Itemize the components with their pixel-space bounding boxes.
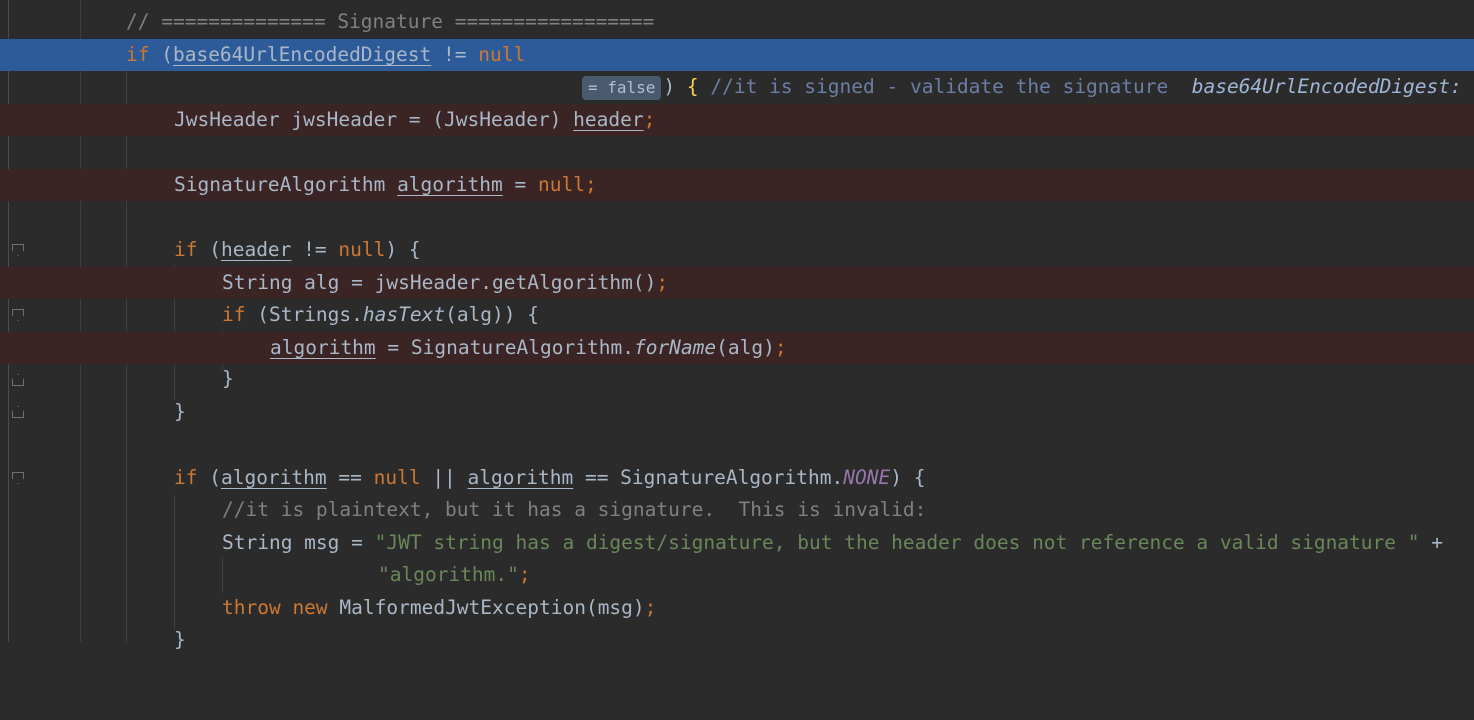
code-token: ; xyxy=(656,271,669,294)
code-line-error[interactable]: algorithm = SignatureAlgorithm.forName(a… xyxy=(0,332,1474,364)
code-text: // ============== Signature ============… xyxy=(126,6,654,38)
code-line-error[interactable]: SignatureAlgorithm algorithm = null; xyxy=(0,169,1474,201)
code-text: } xyxy=(174,396,186,428)
code-token: ( xyxy=(149,43,173,66)
code-text: SignatureAlgorithm algorithm = null; xyxy=(174,169,597,201)
code-token: ) { xyxy=(385,238,421,261)
code-token: SignatureAlgorithm xyxy=(174,173,398,196)
code-text: if (algorithm == null || algorithm == Si… xyxy=(174,462,925,494)
code-token: null xyxy=(338,238,386,261)
brace-highlight: { xyxy=(686,75,699,98)
code-token: String msg = xyxy=(222,531,375,554)
code-line-error[interactable]: String alg = jwsHeader.getAlgorithm(); xyxy=(0,267,1474,299)
code-token: != xyxy=(431,43,479,66)
code-token: (alg)) { xyxy=(445,303,539,326)
code-text: } xyxy=(222,363,234,395)
code-text: if (header != null) { xyxy=(174,234,421,266)
code-line[interactable]: } xyxy=(0,363,1474,395)
code-text: //it is plaintext, but it has a signatur… xyxy=(222,494,926,526)
code-token: } xyxy=(174,400,186,423)
current-line-extras: = false) { //it is signed - validate the… xyxy=(533,39,1474,135)
code-token: + xyxy=(1419,531,1443,554)
code-line[interactable]: if (header != null) { xyxy=(0,234,1474,266)
code-text: "algorithm."; xyxy=(378,559,531,591)
code-token: ; xyxy=(644,596,657,619)
code-token: null xyxy=(537,173,585,196)
code-line[interactable]: } xyxy=(0,396,1474,428)
code-token: ; xyxy=(584,173,597,196)
code-token: null xyxy=(373,466,421,489)
debug-inline-value: base64UrlEncodedDigest: nul xyxy=(1191,75,1474,98)
code-text: if (Strings.hasText(alg)) { xyxy=(222,299,539,331)
code-line[interactable]: // ============== Signature ============… xyxy=(0,6,1474,38)
code-token: ; xyxy=(518,563,531,586)
code-token: ) { xyxy=(890,466,926,489)
code-token: == SignatureAlgorithm. xyxy=(573,466,844,489)
inline-value-hint: = false xyxy=(581,75,662,100)
code-token: = xyxy=(502,173,538,196)
code-token: (alg) xyxy=(716,336,775,359)
code-token: if xyxy=(174,466,198,489)
code-token: ; xyxy=(774,336,787,359)
code-line[interactable]: if (Strings.hasText(alg)) { xyxy=(0,299,1474,331)
code-token: algorithm xyxy=(270,336,376,359)
code-line[interactable]: if (algorithm == null || algorithm == Si… xyxy=(0,462,1474,494)
code-line[interactable]: } xyxy=(0,624,1474,656)
code-token: != xyxy=(291,238,339,261)
code-token: "algorithm." xyxy=(378,563,519,586)
code-token: if xyxy=(222,303,246,326)
code-token: forName xyxy=(633,336,717,359)
code-token: algorithm xyxy=(397,173,503,196)
code-token: MalformedJwtException(msg) xyxy=(327,596,645,619)
code-token: base64UrlEncodedDigest xyxy=(172,43,432,66)
code-token: ( xyxy=(197,238,221,261)
code-token: || xyxy=(420,466,468,489)
code-token: if xyxy=(126,43,150,66)
code-token: == xyxy=(326,466,374,489)
code-token: = SignatureAlgorithm. xyxy=(375,336,634,359)
code-token: throw new xyxy=(222,596,328,619)
code-line[interactable]: String msg = "JWT string has a digest/si… xyxy=(0,527,1474,559)
code-token: if xyxy=(174,238,198,261)
code-text: if (base64UrlEncodedDigest != null xyxy=(126,39,525,71)
paren-close: ) xyxy=(663,75,687,98)
inline-comment: //it is signed - validate the signature xyxy=(698,75,1169,98)
code-text: } xyxy=(174,624,186,656)
code-text: algorithm = SignatureAlgorithm.forName(a… xyxy=(270,332,787,364)
code-token: } xyxy=(174,628,186,651)
code-token: ( xyxy=(197,466,221,489)
code-editor[interactable]: // ============== Signature ============… xyxy=(0,0,1474,651)
code-line[interactable]: //it is plaintext, but it has a signatur… xyxy=(0,494,1474,526)
code-token: algorithm xyxy=(220,466,327,489)
code-token: algorithm xyxy=(467,466,574,489)
code-token: } xyxy=(222,367,234,390)
code-line[interactable]: throw new MalformedJwtException(msg); xyxy=(0,592,1474,624)
code-token: //it is plaintext, but it has a signatur… xyxy=(222,498,927,521)
code-text: String msg = "JWT string has a digest/si… xyxy=(222,527,1443,559)
code-text: String alg = jwsHeader.getAlgorithm(); xyxy=(222,267,668,299)
code-token: header xyxy=(220,238,292,261)
code-token: (Strings. xyxy=(245,303,363,326)
code-token: JwsHeader jwsHeader = (JwsHeader) xyxy=(174,108,574,131)
code-token: hasText xyxy=(362,303,446,326)
code-token: "JWT string has a digest/signature, but … xyxy=(374,531,1420,554)
code-token: // ============== Signature ============… xyxy=(126,10,655,33)
code-token: NONE xyxy=(843,466,891,489)
code-text: throw new MalformedJwtException(msg); xyxy=(222,592,656,624)
code-token: String alg = jwsHeader.getAlgorithm() xyxy=(222,271,657,294)
code-line[interactable]: "algorithm."; xyxy=(0,559,1474,591)
code-token: null xyxy=(478,43,526,66)
